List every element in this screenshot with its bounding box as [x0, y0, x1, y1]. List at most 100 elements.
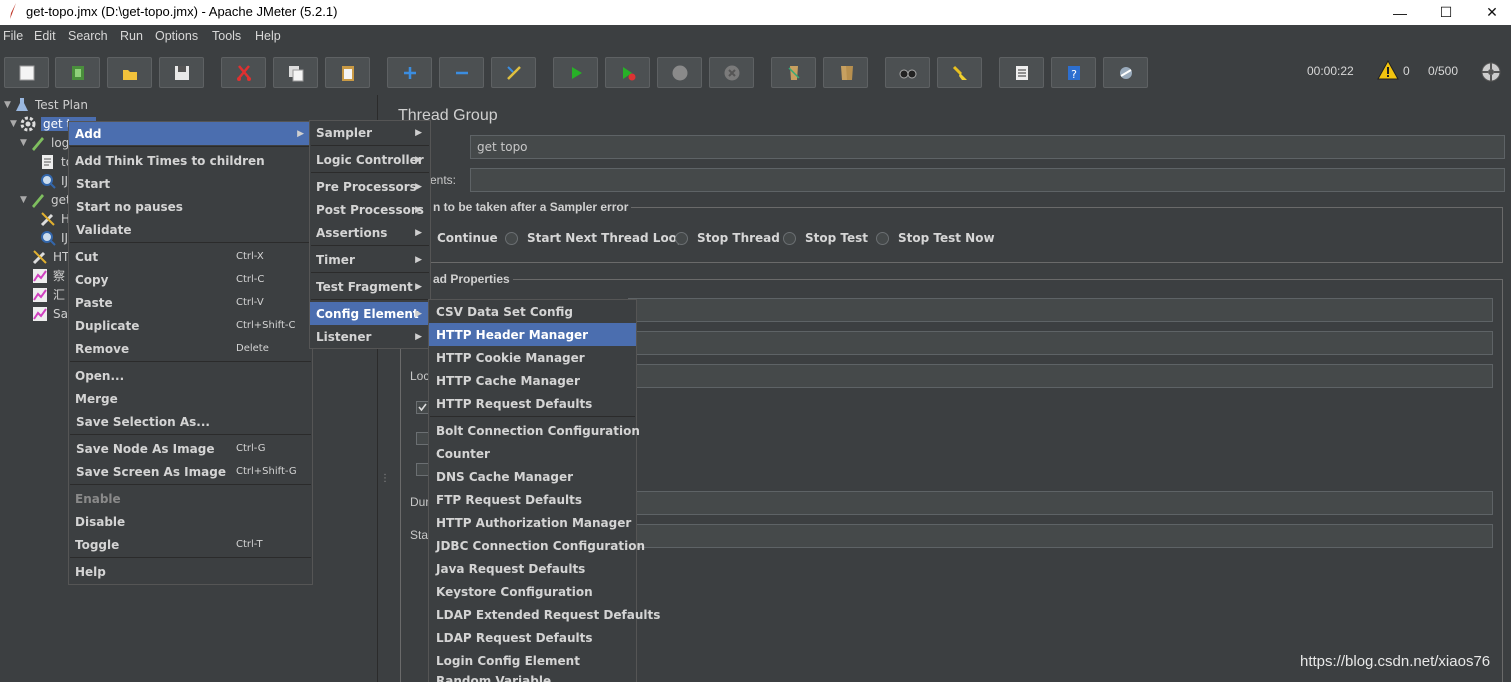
duration-field[interactable]: [628, 491, 1493, 515]
menu-edit[interactable]: Edit: [34, 29, 56, 43]
config-item-ldap-extended-defaults[interactable]: LDAP Extended Request Defaults: [429, 603, 660, 626]
menu-item-paste[interactable]: Paste Ctrl-V: [69, 291, 312, 314]
config-item-http-request-defaults[interactable]: HTTP Request Defaults: [429, 392, 636, 415]
stop-button[interactable]: [657, 57, 702, 88]
radio-circle[interactable]: [783, 231, 796, 245]
menu-item-remove[interactable]: Remove Delete: [69, 337, 312, 360]
menu-item-add-think-times[interactable]: Add Think Times to children: [69, 149, 312, 172]
menu-file[interactable]: File: [3, 29, 23, 43]
tree-node-test-plan[interactable]: ▼ Test Plan: [4, 95, 88, 114]
menu-item-duplicate[interactable]: Duplicate Ctrl+Shift-C: [69, 314, 312, 337]
minimize-button[interactable]: —: [1377, 0, 1423, 25]
name-field[interactable]: get topo: [470, 135, 1505, 159]
config-item-random-variable[interactable]: Random Variable: [429, 672, 636, 682]
close-button[interactable]: ✕: [1469, 0, 1511, 25]
submenu-item-config-element[interactable]: Config Element ▶: [310, 302, 430, 325]
radio-circle[interactable]: [505, 231, 518, 245]
warning-icon[interactable]: [1377, 60, 1399, 80]
cut-button[interactable]: [221, 57, 266, 88]
config-item-login-config[interactable]: Login Config Element: [429, 649, 636, 672]
tree-node-http-sampler[interactable]: H: [40, 209, 70, 228]
ramp-up-field[interactable]: [628, 331, 1493, 355]
config-item-ldap-request-defaults[interactable]: LDAP Request Defaults: [429, 626, 636, 649]
radio-start-next-loop[interactable]: Start Next Thread Loop: [505, 231, 686, 245]
loop-count-field[interactable]: [628, 364, 1493, 388]
tree-node-report-2[interactable]: 汇: [32, 285, 65, 304]
submenu-item-listener[interactable]: Listener ▶: [310, 325, 430, 348]
menu-item-merge[interactable]: Merge: [69, 387, 312, 410]
help-button[interactable]: ?: [1051, 57, 1096, 88]
config-item-http-header-manager[interactable]: HTTP Header Manager: [429, 323, 636, 346]
reset-search-button[interactable]: [937, 57, 982, 88]
save-button[interactable]: [159, 57, 204, 88]
menu-item-start[interactable]: Start: [69, 172, 312, 195]
expanded-arrow-icon[interactable]: ▼: [20, 195, 30, 205]
config-item-counter[interactable]: Counter: [429, 442, 636, 465]
radio-continue[interactable]: Continue: [437, 231, 498, 245]
startup-delay-field[interactable]: [628, 524, 1493, 548]
config-item-ftp-request-defaults[interactable]: FTP Request Defaults: [429, 488, 636, 511]
comments-field[interactable]: [470, 168, 1505, 192]
menu-item-save-selection[interactable]: Save Selection As...: [69, 410, 312, 433]
radio-stop-thread[interactable]: Stop Thread: [675, 231, 780, 245]
menu-options[interactable]: Options: [155, 29, 198, 43]
radio-stop-test[interactable]: Stop Test: [783, 231, 868, 245]
tree-node-listener-2[interactable]: IJ: [40, 228, 68, 247]
menu-item-disable[interactable]: Disable: [69, 510, 312, 533]
menu-item-cut[interactable]: Cut Ctrl-X: [69, 245, 312, 268]
config-item-jdbc-connection[interactable]: JDBC Connection Configuration: [429, 534, 645, 557]
expand-all-button[interactable]: [387, 57, 432, 88]
menu-item-open[interactable]: Open...: [69, 364, 312, 387]
menu-search[interactable]: Search: [68, 29, 108, 43]
submenu-item-test-fragment[interactable]: Test Fragment ▶: [310, 275, 430, 298]
config-item-bolt-connection[interactable]: Bolt Connection Configuration: [429, 419, 640, 442]
expanded-arrow-icon[interactable]: ▼: [10, 119, 20, 129]
toggle-button[interactable]: [491, 57, 536, 88]
radio-stop-test-now[interactable]: Stop Test Now: [876, 231, 995, 245]
clear-button[interactable]: [771, 57, 816, 88]
menu-tools[interactable]: Tools: [212, 29, 241, 43]
remote-button[interactable]: [1103, 57, 1148, 88]
config-item-http-authorization-manager[interactable]: HTTP Authorization Manager: [429, 511, 636, 534]
radio-circle[interactable]: [876, 231, 889, 245]
copy-button[interactable]: [273, 57, 318, 88]
config-item-java-request-defaults[interactable]: Java Request Defaults: [429, 557, 636, 580]
tree-node-listener[interactable]: IJ: [40, 171, 68, 190]
collapse-all-button[interactable]: [439, 57, 484, 88]
expanded-arrow-icon[interactable]: ▼: [20, 138, 30, 148]
menu-item-save-node-image[interactable]: Save Node As Image Ctrl-G: [69, 437, 312, 460]
config-item-http-cache-manager[interactable]: HTTP Cache Manager: [429, 369, 636, 392]
expanded-arrow-icon[interactable]: ▼: [4, 100, 14, 110]
templates-button[interactable]: [55, 57, 100, 88]
start-button[interactable]: [553, 57, 598, 88]
config-item-keystore[interactable]: Keystore Configuration: [429, 580, 636, 603]
config-item-csv-data-set[interactable]: CSV Data Set Config: [429, 300, 636, 323]
config-item-dns-cache-manager[interactable]: DNS Cache Manager: [429, 465, 636, 488]
submenu-item-logic-controller[interactable]: Logic Controller ▶: [310, 148, 430, 171]
threads-field[interactable]: [628, 298, 1493, 322]
tree-node-http[interactable]: HT: [32, 247, 69, 266]
tree-node-report-3[interactable]: Sa: [32, 304, 68, 323]
submenu-item-timer[interactable]: Timer ▶: [310, 248, 430, 271]
menu-item-save-screen-image[interactable]: Save Screen As Image Ctrl+Shift-G: [69, 460, 312, 483]
open-button[interactable]: [107, 57, 152, 88]
search-button[interactable]: [885, 57, 930, 88]
menu-item-start-no-pauses[interactable]: Start no pauses: [69, 195, 312, 218]
submenu-item-post-processors[interactable]: Post Processors ▶: [310, 198, 430, 221]
menu-item-toggle[interactable]: Toggle Ctrl-T: [69, 533, 312, 556]
tree-node-controller[interactable]: ▼ log: [20, 133, 69, 152]
function-helper-button[interactable]: [999, 57, 1044, 88]
config-item-http-cookie-manager[interactable]: HTTP Cookie Manager: [429, 346, 636, 369]
maximize-button[interactable]: ☐: [1423, 0, 1469, 25]
submenu-item-assertions[interactable]: Assertions ▶: [310, 221, 430, 244]
clear-all-button[interactable]: [823, 57, 868, 88]
paste-button[interactable]: [325, 57, 370, 88]
menu-item-validate[interactable]: Validate: [69, 218, 312, 241]
menu-help[interactable]: Help: [255, 29, 281, 43]
tree-node-controller-2[interactable]: ▼ get: [20, 190, 71, 209]
menu-run[interactable]: Run: [120, 29, 143, 43]
menu-item-add[interactable]: Add ▶: [69, 122, 312, 145]
submenu-item-sampler[interactable]: Sampler ▶: [310, 121, 430, 144]
shutdown-button[interactable]: [709, 57, 754, 88]
menu-item-help[interactable]: Help: [69, 560, 312, 583]
